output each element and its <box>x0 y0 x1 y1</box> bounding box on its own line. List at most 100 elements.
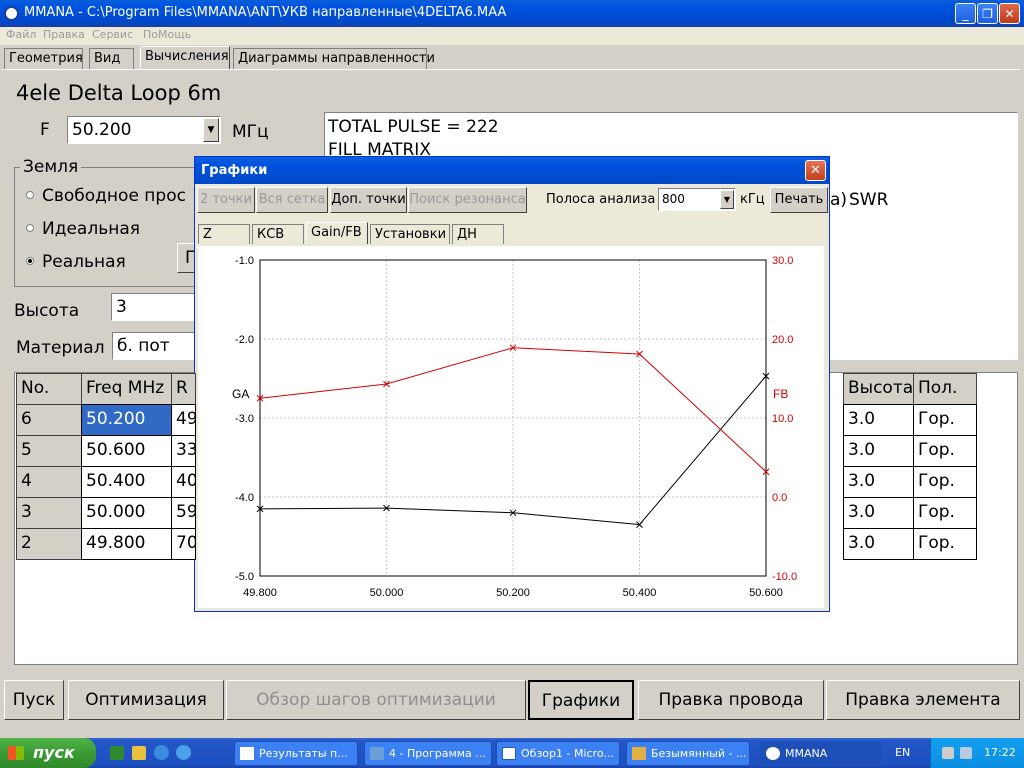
table-cell-r[interactable]: 33 <box>171 435 196 467</box>
table-header-cell[interactable]: Пол. <box>913 373 977 405</box>
edit-element-button[interactable]: Правка элемента <box>826 680 1020 720</box>
taskbar-item-paint[interactable]: Безымянный - ... <box>626 741 750 766</box>
table-header-cell[interactable]: Freq MHz <box>81 373 172 405</box>
tray-icon[interactable] <box>960 747 972 759</box>
menu-help[interactable]: ПоМощь <box>143 28 191 41</box>
table-cell-pol[interactable]: Гор. <box>913 404 977 436</box>
ground-option-label[interactable]: Свободное прос <box>42 186 194 206</box>
language-indicator[interactable]: EN <box>895 746 910 759</box>
band-dropdown-button[interactable]: ▼ <box>720 190 734 209</box>
minimize-button[interactable]: _ <box>955 3 976 24</box>
dialog-close-icon[interactable]: ✕ <box>805 160 826 181</box>
table-cell-freq[interactable]: 50.600 <box>81 435 172 467</box>
table-cell-height[interactable]: 3.0 <box>843 466 914 498</box>
windows-logo-icon <box>8 746 24 760</box>
taskbar-item-label: Безымянный - ... <box>651 747 747 760</box>
print-button[interactable]: Печать <box>770 187 828 213</box>
optimization-review-button[interactable]: Обзор шагов оптимизации <box>226 680 526 720</box>
material-input[interactable]: б. пот <box>112 332 197 360</box>
tray-icon[interactable] <box>942 747 954 759</box>
table-cell-no[interactable]: 3 <box>16 497 82 529</box>
close-button[interactable]: ✕ <box>999 3 1020 24</box>
table-cell-no[interactable]: 2 <box>16 528 82 560</box>
taskbar-item-mmana[interactable]: MMANA <box>760 741 882 766</box>
table-cell-pol[interactable]: Гор. <box>913 466 977 498</box>
menu-file[interactable]: Файл <box>6 28 36 41</box>
taskbar-item-word[interactable]: Обзор1 - Micro... <box>496 741 620 766</box>
extra-points-button[interactable]: Доп. точки <box>330 187 407 213</box>
freq-combobox[interactable]: 50.200 ▼ <box>67 116 221 144</box>
tab-geometry[interactable]: Геометрия <box>4 48 83 69</box>
clock: 17:22 <box>984 746 1016 759</box>
table-cell-no[interactable]: 6 <box>16 404 82 436</box>
table-cell-freq[interactable]: 50.200 <box>81 404 172 436</box>
app-icon[interactable] <box>4 6 19 21</box>
chart-x-tick-label: 50.400 <box>623 587 657 599</box>
table-cell-height[interactable]: 3.0 <box>843 404 914 436</box>
material-label: Материал <box>16 338 105 358</box>
table-header-cell[interactable]: Высота <box>843 373 914 405</box>
ground-option-label[interactable]: Реальная <box>42 252 126 272</box>
ground-group-label: Земля <box>20 157 82 177</box>
table-header-cell[interactable]: No. <box>16 373 82 405</box>
taskbar-item-label: MMANA <box>785 747 828 760</box>
tab-calculations[interactable]: Вычисления <box>140 46 230 70</box>
optimize-button[interactable]: Оптимизация <box>68 680 224 720</box>
gain-fb-chart: -1.0 -2.0 -3.0 -4.0 -5.0 30.0 20.0 10.0 0.0 -10.0… <box>232 255 797 599</box>
table-cell-freq[interactable]: 49.800 <box>81 528 172 560</box>
table-cell-pol[interactable]: Гор. <box>913 435 977 467</box>
ground-radio-free-space[interactable] <box>26 191 34 199</box>
taskbar-item-program[interactable]: 4 - Программа ... <box>364 741 492 766</box>
start-menu-button[interactable]: пуск <box>0 738 96 768</box>
dialog-tab-settings[interactable]: Установки <box>370 224 450 244</box>
taskbar-item-label: Обзор1 - Micro... <box>521 747 614 760</box>
taskbar-item-results[interactable]: Результаты п... <box>234 741 358 766</box>
ground-option-label[interactable]: Идеальная <box>42 219 140 239</box>
full-grid-button[interactable]: Вся сетка <box>256 187 328 213</box>
tab-radiation-patterns[interactable]: Диаграммы направленности <box>233 48 435 69</box>
two-points-button[interactable]: 2 точки <box>197 187 255 213</box>
tab-panel-border <box>2 69 1020 70</box>
table-cell-no[interactable]: 5 <box>16 435 82 467</box>
chart-left-tick-label: -4.0 <box>235 492 254 504</box>
menu-service[interactable]: Сервис <box>92 28 133 41</box>
table-cell-pol[interactable]: Гор. <box>913 497 977 529</box>
table-cell-height[interactable]: 3.0 <box>843 435 914 467</box>
table-cell-r[interactable]: 40 <box>171 466 196 498</box>
find-resonance-button[interactable]: Поиск резонанса <box>408 187 527 213</box>
restore-button[interactable]: ❐ <box>977 3 998 24</box>
chart-right-tick-label: -10.0 <box>772 571 797 583</box>
menu-edit[interactable]: Правка <box>43 28 85 41</box>
graphs-button[interactable]: Графики <box>528 680 634 720</box>
table-cell-no[interactable]: 4 <box>16 466 82 498</box>
table-cell-r[interactable]: 49 <box>171 404 196 436</box>
quick-launch-icon[interactable] <box>110 746 124 760</box>
start-button[interactable]: Пуск <box>4 680 64 720</box>
internet-explorer-icon[interactable] <box>154 745 169 760</box>
table-cell-height[interactable]: 3.0 <box>843 497 914 529</box>
table-cell-height[interactable]: 3.0 <box>843 528 914 560</box>
table-cell-pol[interactable]: Гор. <box>913 528 977 560</box>
table-header-cell[interactable]: R <box>171 373 196 405</box>
ground-radio-real[interactable] <box>26 257 34 265</box>
ground-radio-perfect[interactable] <box>26 224 34 232</box>
table-cell-freq[interactable]: 50.400 <box>81 466 172 498</box>
chart-right-tick-label: 10.0 <box>772 413 793 425</box>
quick-launch-icon[interactable] <box>132 746 146 760</box>
table-cell-r[interactable]: 70 <box>171 528 196 560</box>
height-input[interactable]: 3 <box>111 293 197 321</box>
tab-view[interactable]: Вид <box>89 48 134 69</box>
table-cell-r[interactable]: 59 <box>171 497 196 529</box>
chart-left-tick-label: -2.0 <box>235 334 254 346</box>
freq-dropdown-button[interactable]: ▼ <box>203 118 219 142</box>
dialog-tab-z[interactable]: Z <box>198 224 250 244</box>
dialog-tab-pattern[interactable]: ДН <box>452 224 504 244</box>
dialog-tab-gain-fb[interactable]: Gain/FB <box>306 222 368 244</box>
chart-right-tick-label: 20.0 <box>772 334 793 346</box>
quick-launch-icon[interactable] <box>176 745 191 760</box>
dialog-tab-swr[interactable]: КСВ <box>252 224 304 244</box>
band-combobox[interactable]: 800 ▼ <box>658 188 736 211</box>
edit-wire-button[interactable]: Правка провода <box>638 680 824 720</box>
table-cell-freq[interactable]: 50.000 <box>81 497 172 529</box>
height-label: Высота <box>14 301 80 321</box>
